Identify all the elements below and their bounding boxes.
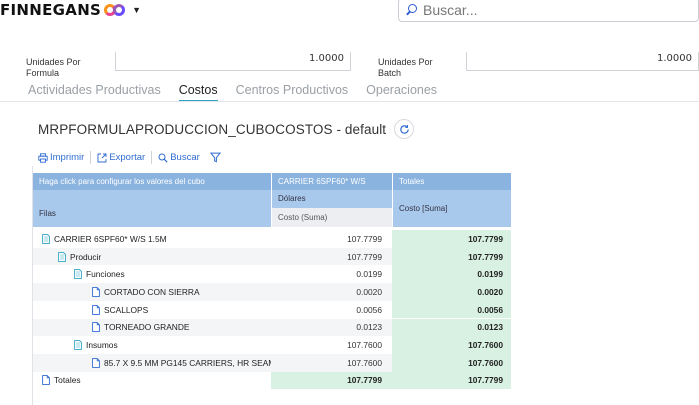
top-bar: FINNEGANS ▼ [0,0,699,22]
table-row[interactable]: Producir 107.7799 107.7799 [33,247,511,266]
row-label: TORNEADO GRANDE [104,322,190,333]
cost-value-cell: 0.0056 [356,304,382,315]
totals-header: Totales [392,173,511,190]
toolbar-separator [90,151,92,164]
table-row[interactable]: SCALLOPS 0.0056 0.0056 [33,300,511,319]
export-label: Exportar [109,152,146,163]
cost-value-cell: 0.0199 [356,269,382,280]
row-label: CORTADO CON SIERRA [104,286,200,297]
magnifier-icon [158,153,168,163]
column-item-header[interactable]: CARRIER 6SPF60* W/S [271,173,392,190]
document-icon [92,357,104,368]
logo-text: FINNEGANS [0,1,102,19]
row-label-cell[interactable]: Funciones [33,265,271,283]
totals-row[interactable]: Totales 107.7799 107.7799 [33,371,511,390]
tab-operaciones[interactable]: Operaciones [366,82,437,102]
table-row[interactable]: TORNEADO GRANDE 0.0123 0.0123 [33,318,511,337]
total-value-cell: 107.7799 [392,230,511,248]
column-measure-header: Costo (Suma) [271,208,392,227]
tab-actividades-productivas[interactable]: Actividades Productivas [28,82,161,102]
print-label: Imprimir [50,152,85,163]
total-value-cell: 0.0056 [392,300,511,319]
total-value-cell: 107.7799 [392,247,511,266]
table-row[interactable]: Insumos 107.7600 107.7600 [33,336,511,354]
cost-value-cell: 0.0123 [356,322,382,333]
total-value-cell: 0.0199 [392,265,511,284]
document-icon [92,304,104,315]
logo-mark-icon [104,4,126,16]
cost-value-cell: 107.7799 [271,371,392,390]
printer-icon [38,152,48,163]
export-icon [97,153,107,162]
app-logo[interactable]: FINNEGANS ▼ [0,0,141,20]
row-label: SCALLOPS [104,304,149,315]
export-button[interactable]: Exportar [97,152,145,163]
row-label-cell[interactable]: TORNEADO GRANDE [33,319,271,337]
table-row[interactable]: Funciones 0.0199 0.0199 [33,265,511,284]
cost-value-cell: 107.7799 [347,251,382,262]
cost-value-cell: 107.7799 [347,233,382,244]
cube-title: MRPFORMULAPRODUCCION_CUBOCOSTOS - defaul… [38,122,387,137]
cost-value-cell: 107.7600 [347,357,382,368]
total-value-cell: 0.0020 [392,283,511,301]
refresh-button[interactable] [394,119,414,139]
tree-node-icon [74,269,86,280]
toolbar-separator [151,151,153,164]
row-label-cell[interactable]: SCALLOPS [33,301,271,319]
filter-icon [209,152,221,163]
row-label: Funciones [86,269,125,280]
cost-value-cell: 0.0020 [356,286,382,297]
totals-measure-header: Costo [Suma] [392,190,511,227]
units-per-batch-label: Unidades Por Batch [378,57,433,78]
row-label: CARRIER 6SPF60* W/S 1.5M [54,233,167,244]
configure-cube-header[interactable]: Haga click para configurar los valores d… [33,173,271,190]
search-cube-button[interactable]: Buscar [158,152,200,163]
units-per-formula-label: Unidades Por Formula [26,57,81,78]
search-input[interactable] [423,2,673,18]
units-per-formula-input[interactable]: 1.0000 [115,52,351,71]
tree-node-icon [42,233,54,244]
total-value-cell: 0.0123 [392,318,511,337]
print-button[interactable]: Imprimir [38,152,84,163]
table-row[interactable]: CORTADO CON SIERRA 0.0020 0.0020 [33,283,511,301]
row-label-cell[interactable]: Insumos [33,336,271,354]
row-label-cell[interactable]: CORTADO CON SIERRA [33,283,271,301]
total-value-cell: 107.7799 [392,371,511,390]
table-row[interactable]: 85.7 X 9.5 MM PG145 CARRIERS, HR SEAM 107… [33,353,511,372]
document-icon [92,287,104,297]
cube-toolbar: Imprimir Exportar Buscar [38,150,223,165]
row-label-cell[interactable]: Totales [33,372,271,390]
total-value-cell: 107.7600 [392,336,511,354]
row-label: Producir [70,251,102,262]
units-per-batch-input[interactable]: 1.0000 [466,52,699,71]
tabs-divider [0,101,699,102]
search-icon [405,3,419,17]
row-label: 85.7 X 9.5 MM PG145 CARRIERS, HR SEAM [104,357,271,368]
row-label-cell[interactable]: Producir [33,248,271,266]
table-row[interactable]: CARRIER 6SPF60* W/S 1.5M 107.7799 107.7799 [33,230,511,248]
document-icon [92,322,104,333]
column-currency-header: Dólares [271,190,392,208]
cost-value-cell: 107.7600 [347,340,382,351]
rows-header: Filas [33,190,271,227]
tab-bar: Actividades Productivas Costos Centros P… [28,82,455,102]
row-label: Totales [54,375,81,386]
tab-centros-productivos[interactable]: Centros Productivos [236,82,349,102]
row-label-cell[interactable]: 85.7 X 9.5 MM PG145 CARRIERS, HR SEAM [33,354,271,372]
chevron-down-icon[interactable]: ▼ [132,5,141,15]
search-box[interactable] [398,0,699,22]
row-label: Insumos [86,340,118,351]
document-icon [42,375,54,386]
row-label-cell[interactable]: CARRIER 6SPF60* W/S 1.5M [33,230,271,248]
total-value-cell: 107.7600 [392,353,511,372]
tree-node-icon [74,340,86,350]
search-label: Buscar [170,152,200,163]
tree-node-icon [58,251,70,262]
tab-costos[interactable]: Costos [178,82,218,102]
filter-button[interactable] [209,152,223,163]
refresh-icon [399,124,409,134]
